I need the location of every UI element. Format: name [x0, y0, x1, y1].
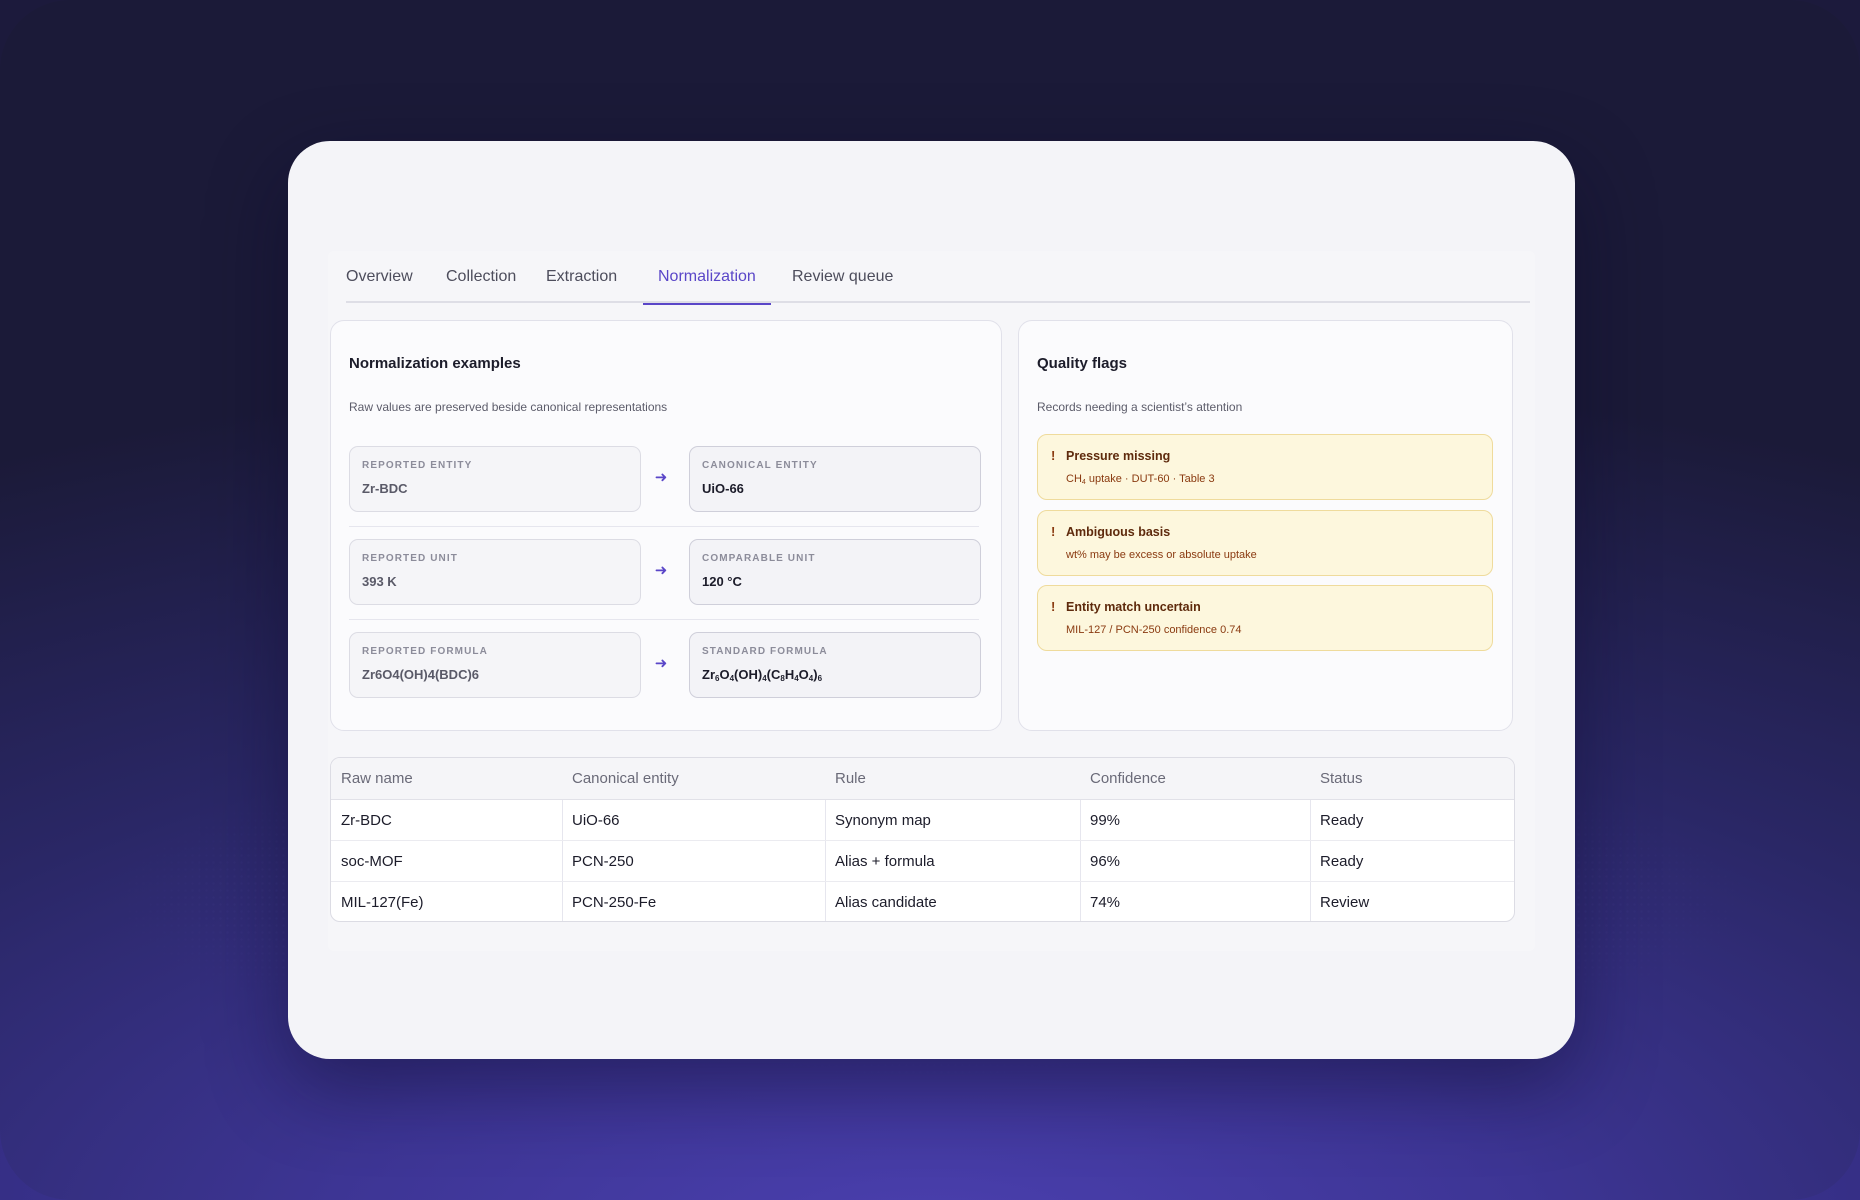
cell-confidence: 99%: [1090, 811, 1121, 829]
cell-confidence: 74%: [1090, 894, 1121, 911]
quality-flags-card: Quality flags Records needing a scientis…: [1018, 320, 1513, 731]
table-row[interactable]: Zr-BDC UiO-66 Synonym map 99% Ready: [331, 800, 1514, 841]
row-divider: [349, 526, 979, 527]
field-value: 120 °C: [702, 574, 742, 589]
row-divider: [349, 619, 979, 620]
cell-canonical-entity: PCN-250: [572, 852, 634, 870]
flag-item[interactable]: ! Entity match uncertain MIL-127 / PCN-2…: [1037, 585, 1493, 651]
quality-subtitle: Records needing a scientist’s attention: [1037, 400, 1243, 414]
flag-title: Ambiguous basis: [1066, 525, 1171, 539]
field-label: Comparable unit: [702, 553, 816, 564]
tab-collection[interactable]: Collection: [446, 251, 516, 303]
cell-rule: Synonym map: [835, 811, 931, 829]
normalization-table: Raw name Canonical entity Rule Confidenc…: [330, 757, 1515, 922]
column-header-status[interactable]: Status: [1310, 758, 1363, 799]
app-window: Overview Collection Extraction Normaliza…: [288, 141, 1575, 1059]
flag-title: Pressure missing: [1066, 449, 1171, 463]
field-label: Standard formula: [702, 646, 828, 657]
flag-detail: MIL-127 / PCN-250 confidence 0.74: [1066, 624, 1242, 636]
cell-canonical-entity: UiO-66: [572, 811, 620, 829]
background-frame: Overview Collection Extraction Normaliza…: [0, 0, 1860, 1200]
tab-bar: Overview Collection Extraction Normaliza…: [346, 251, 1530, 305]
field-label: Reported entity: [362, 460, 473, 471]
cell-confidence: 96%: [1090, 852, 1121, 870]
arrow-right-icon: ➜: [654, 655, 668, 672]
field-value: UiO-66: [702, 481, 744, 496]
column-header-raw-name[interactable]: Raw name: [331, 758, 413, 799]
normalization-card: Normalization examples Raw values are pr…: [330, 320, 1002, 731]
field-value: Zr6O4(OH)4(BDC)6: [362, 667, 480, 682]
comparable-unit-field: Comparable unit 120 °C: [689, 539, 981, 605]
normalization-subtitle: Raw values are preserved beside canonica…: [349, 400, 668, 414]
field-label: Reported unit: [362, 553, 458, 564]
normalization-title: Normalization examples: [349, 355, 521, 372]
table-row[interactable]: soc-MOF PCN-250 Alias + formula 96% Read…: [331, 841, 1514, 882]
main-panel: Overview Collection Extraction Normaliza…: [328, 251, 1535, 951]
alert-icon: !: [1051, 524, 1056, 539]
tab-extraction[interactable]: Extraction: [546, 251, 617, 303]
reported-formula-field: Reported formula Zr6O4(OH)4(BDC)6: [349, 632, 641, 698]
cell-raw-name: MIL-127(Fe): [341, 894, 424, 911]
flag-item[interactable]: ! Ambiguous basis wt% may be excess or a…: [1037, 510, 1493, 576]
cell-rule: Alias + formula: [835, 852, 935, 870]
flag-detail: CH4 uptake · DUT-60 · Table 3: [1066, 473, 1215, 486]
arrow-right-icon: ➜: [654, 469, 668, 486]
alert-icon: !: [1051, 448, 1056, 463]
column-header-rule[interactable]: Rule: [825, 758, 866, 799]
column-header-canonical-entity[interactable]: Canonical entity: [562, 758, 679, 799]
field-value: 393 K: [362, 574, 397, 589]
table-header: Raw name Canonical entity Rule Confidenc…: [331, 758, 1514, 800]
reported-entity-field: Reported entity Zr-BDC: [349, 446, 641, 512]
cell-status: Ready: [1320, 811, 1364, 829]
standard-formula-field: Standard formula Zr6O4(OH)4(C8H4O4)6: [689, 632, 981, 698]
field-label: Canonical entity: [702, 460, 818, 471]
cell-raw-name: Zr-BDC: [341, 811, 392, 829]
field-label: Reported formula: [362, 646, 488, 657]
reported-unit-field: Reported unit 393 K: [349, 539, 641, 605]
table-row[interactable]: MIL-127(Fe) PCN-250-Fe Alias candidate 7…: [331, 882, 1514, 921]
tab-review-queue[interactable]: Review queue: [792, 251, 893, 303]
canonical-entity-field: Canonical entity UiO-66: [689, 446, 981, 512]
cell-canonical-entity: PCN-250-Fe: [572, 894, 657, 911]
arrow-right-icon: ➜: [654, 562, 668, 579]
tab-normalization[interactable]: Normalization: [643, 251, 771, 305]
alert-icon: !: [1051, 599, 1056, 614]
flag-detail: wt% may be excess or absolute uptake: [1066, 549, 1257, 561]
column-header-confidence[interactable]: Confidence: [1080, 758, 1166, 799]
quality-title: Quality flags: [1037, 355, 1128, 372]
field-value: Zr6O4(OH)4(C8H4O4)6: [702, 667, 823, 683]
cell-status: Ready: [1320, 852, 1364, 870]
flag-item[interactable]: ! Pressure missing CH4 uptake · DUT-60 ·…: [1037, 434, 1493, 500]
tab-overview[interactable]: Overview: [346, 251, 413, 303]
cell-rule: Alias candidate: [835, 894, 937, 911]
field-value: Zr-BDC: [362, 481, 408, 496]
flag-title: Entity match uncertain: [1066, 600, 1201, 614]
cell-raw-name: soc-MOF: [341, 852, 403, 870]
cell-status: Review: [1320, 894, 1370, 911]
